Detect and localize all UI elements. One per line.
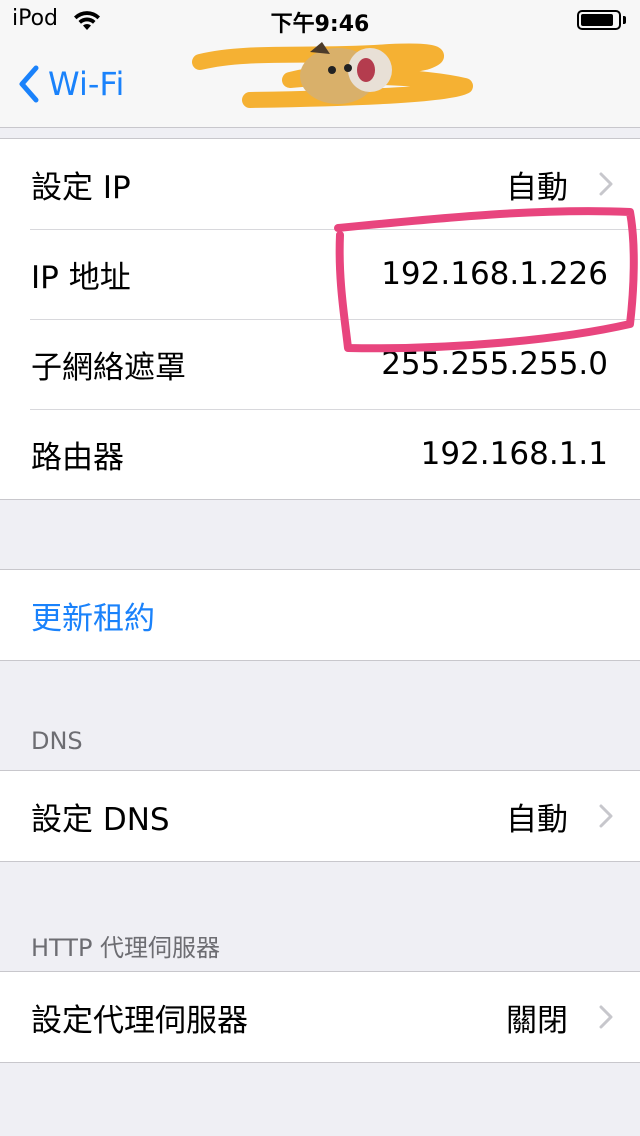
dns-section-header: DNS xyxy=(31,727,83,755)
configure-proxy-value: 關閉 xyxy=(506,1002,568,1039)
battery-tip xyxy=(623,16,626,24)
back-button[interactable]: Wi-Fi xyxy=(14,60,124,108)
proxy-group: 設定代理伺服器 關閉 xyxy=(0,971,640,1063)
ip-address-label: IP 地址 xyxy=(31,259,131,296)
subnet-mask-label: 子網絡遮罩 xyxy=(31,349,186,386)
subnet-mask-row: 子網絡遮罩 255.255.255.0 xyxy=(0,319,640,409)
configure-ip-label: 設定 IP xyxy=(31,169,131,206)
router-row: 路由器 192.168.1.1 xyxy=(0,409,640,499)
chevron-right-icon xyxy=(599,1005,613,1029)
battery-fill xyxy=(581,14,613,26)
renew-lease-label: 更新租約 xyxy=(31,600,155,637)
http-proxy-section-header: HTTP 代理伺服器 xyxy=(31,934,221,962)
chevron-right-icon xyxy=(599,804,613,828)
ip-settings-group: 設定 IP 自動 IP 地址 192.168.1.226 子網絡遮罩 255.2… xyxy=(0,138,640,500)
configure-proxy-row[interactable]: 設定代理伺服器 關閉 xyxy=(0,972,640,1062)
back-label: Wi-Fi xyxy=(48,65,125,103)
renew-lease-group: 更新租約 xyxy=(0,569,640,661)
configure-dns-row[interactable]: 設定 DNS 自動 xyxy=(0,771,640,861)
redaction-scribble xyxy=(192,42,473,108)
configure-dns-label: 設定 DNS xyxy=(31,801,170,838)
ip-address-row: IP 地址 192.168.1.226 xyxy=(0,229,640,319)
battery-icon xyxy=(577,10,621,30)
settings-screen: iPod 下午9:46 Wi-Fi 設定 IP 自動 IP 地址 192.168… xyxy=(0,0,640,1136)
status-bar: iPod 下午9:46 xyxy=(0,0,640,40)
dns-group: 設定 DNS 自動 xyxy=(0,770,640,862)
subnet-mask-value: 255.255.255.0 xyxy=(381,346,608,382)
configure-dns-value: 自動 xyxy=(506,801,568,838)
router-label: 路由器 xyxy=(31,439,124,476)
router-value: 192.168.1.1 xyxy=(420,436,608,472)
navigation-bar: Wi-Fi xyxy=(0,40,640,128)
chevron-left-icon xyxy=(19,65,39,103)
ip-address-value: 192.168.1.226 xyxy=(381,256,608,292)
clock: 下午9:46 xyxy=(270,12,370,37)
renew-lease-button[interactable]: 更新租約 xyxy=(0,570,640,660)
configure-ip-row[interactable]: 設定 IP 自動 xyxy=(0,139,640,229)
chevron-right-icon xyxy=(599,172,613,196)
configure-ip-value: 自動 xyxy=(506,169,568,206)
configure-proxy-label: 設定代理伺服器 xyxy=(31,1002,248,1039)
